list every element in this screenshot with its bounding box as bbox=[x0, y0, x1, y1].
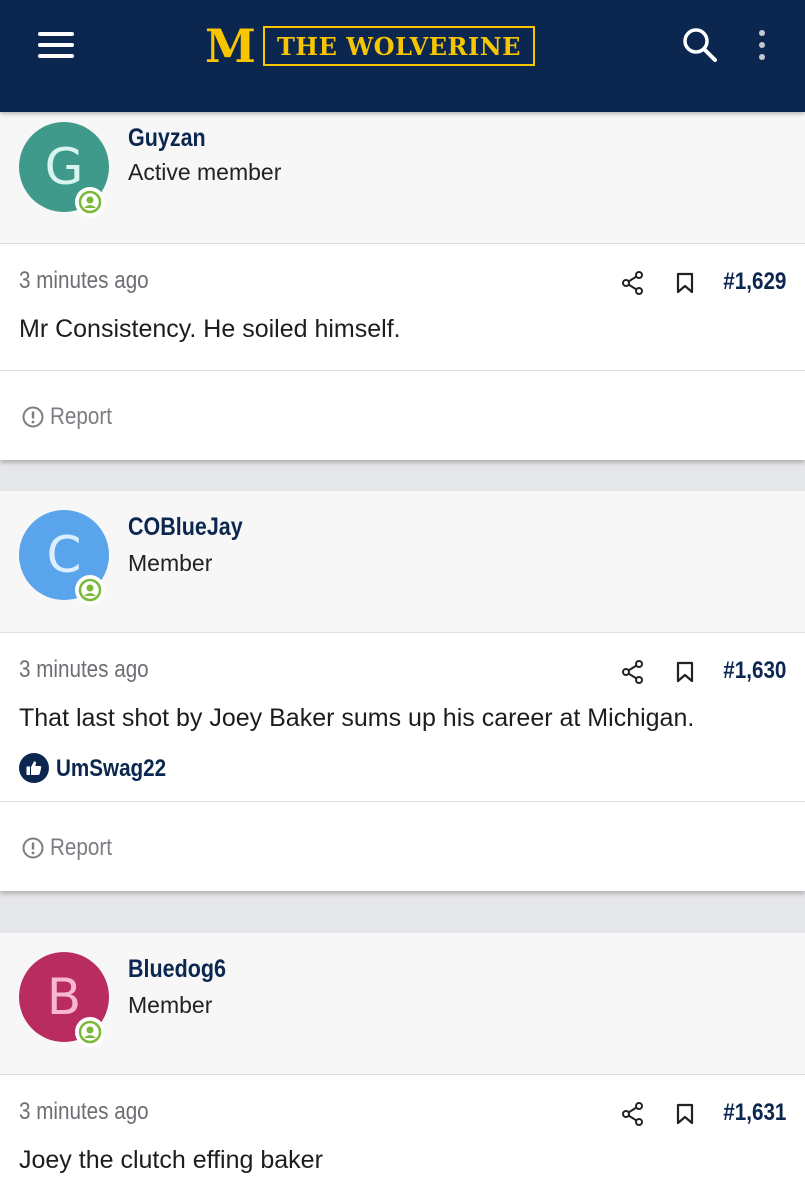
bookmark-icon[interactable] bbox=[676, 1103, 694, 1125]
site-logo[interactable]: M THE WOLVERINE bbox=[205, 19, 535, 73]
post-user-block: B Bluedog6 Member bbox=[0, 933, 805, 1075]
avatar-letter: G bbox=[44, 138, 84, 196]
logo-wordmark: THE WOLVERINE bbox=[277, 31, 521, 61]
report-label: Report bbox=[50, 403, 112, 430]
post-user-block: C COBlueJay Member bbox=[0, 491, 805, 633]
reactions-bar: UmSwag22 bbox=[0, 753, 805, 801]
user-title: Member bbox=[128, 992, 213, 1018]
bookmark-icon[interactable] bbox=[676, 661, 694, 683]
username[interactable]: Bluedog6 bbox=[128, 955, 226, 984]
online-status-icon bbox=[75, 1017, 105, 1047]
username[interactable]: COBlueJay bbox=[128, 513, 243, 542]
post-meta: 3 minutes ago #1,630 bbox=[0, 633, 805, 703]
report-icon bbox=[22, 406, 44, 428]
user-title: Member bbox=[128, 550, 213, 576]
post-meta: 3 minutes ago #1,629 bbox=[0, 244, 805, 314]
report-icon bbox=[22, 837, 44, 859]
menu-icon[interactable] bbox=[38, 32, 74, 58]
bookmark-icon[interactable] bbox=[676, 272, 694, 294]
report-label: Report bbox=[50, 834, 112, 861]
report-button[interactable]: Report bbox=[22, 403, 122, 431]
share-icon[interactable] bbox=[622, 1102, 644, 1126]
search-icon[interactable] bbox=[681, 26, 719, 64]
like-icon bbox=[19, 753, 49, 783]
avatar-letter: C bbox=[46, 526, 82, 584]
post-1629: G Guyzan Active member 3 minutes ago #1,… bbox=[0, 112, 805, 460]
post-footer: Report bbox=[0, 801, 805, 891]
share-icon[interactable] bbox=[622, 660, 644, 684]
online-status-icon bbox=[75, 575, 105, 605]
post-1631: B Bluedog6 Member 3 minutes ago #1,631 J… bbox=[0, 933, 805, 1200]
top-navigation-bar: M THE WOLVERINE bbox=[0, 0, 805, 112]
post-1630: C COBlueJay Member 3 minutes ago #1,630 … bbox=[0, 491, 805, 891]
post-message: Joey the clutch effing baker bbox=[19, 1146, 323, 1174]
post-meta: 3 minutes ago #1,631 bbox=[0, 1075, 805, 1145]
post-timestamp[interactable]: 3 minutes ago bbox=[19, 656, 149, 684]
online-status-icon bbox=[75, 187, 105, 217]
post-timestamp[interactable]: 3 minutes ago bbox=[19, 267, 149, 295]
post-number[interactable]: #1,630 bbox=[723, 657, 786, 685]
reaction-username[interactable]: UmSwag22 bbox=[56, 755, 166, 783]
report-button[interactable]: Report bbox=[22, 834, 122, 862]
username[interactable]: Guyzan bbox=[128, 124, 206, 153]
more-options-icon[interactable] bbox=[752, 28, 772, 64]
logo-block-m: M bbox=[205, 19, 256, 73]
post-number[interactable]: #1,631 bbox=[723, 1099, 786, 1127]
avatar-letter: B bbox=[46, 968, 82, 1026]
post-number[interactable]: #1,629 bbox=[723, 268, 786, 296]
user-title: Active member bbox=[128, 159, 282, 185]
post-message: That last shot by Joey Baker sums up his… bbox=[19, 704, 695, 732]
post-message: Mr Consistency. He soiled himself. bbox=[19, 315, 401, 343]
post-timestamp[interactable]: 3 minutes ago bbox=[19, 1098, 149, 1126]
logo-wordmark-box: THE WOLVERINE bbox=[263, 26, 535, 66]
post-footer: Report bbox=[0, 370, 805, 460]
share-icon[interactable] bbox=[622, 271, 644, 295]
post-user-block: G Guyzan Active member bbox=[0, 112, 805, 244]
